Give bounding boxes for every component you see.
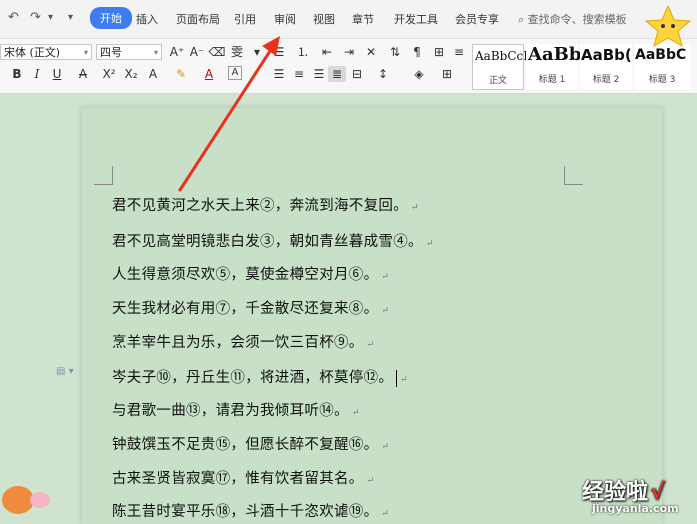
- decor-logo-icon: [2, 486, 50, 514]
- annotation-arrow: [178, 36, 280, 192]
- watermark-url: jingyanla.com: [592, 502, 679, 515]
- star-mascot-icon: [644, 4, 692, 48]
- wps-writer-window: ↶ ↷ ▾ ▾ 开始 插入 页面布局 引用 审阅 视图 章节 开发工具 会员专享…: [0, 0, 697, 524]
